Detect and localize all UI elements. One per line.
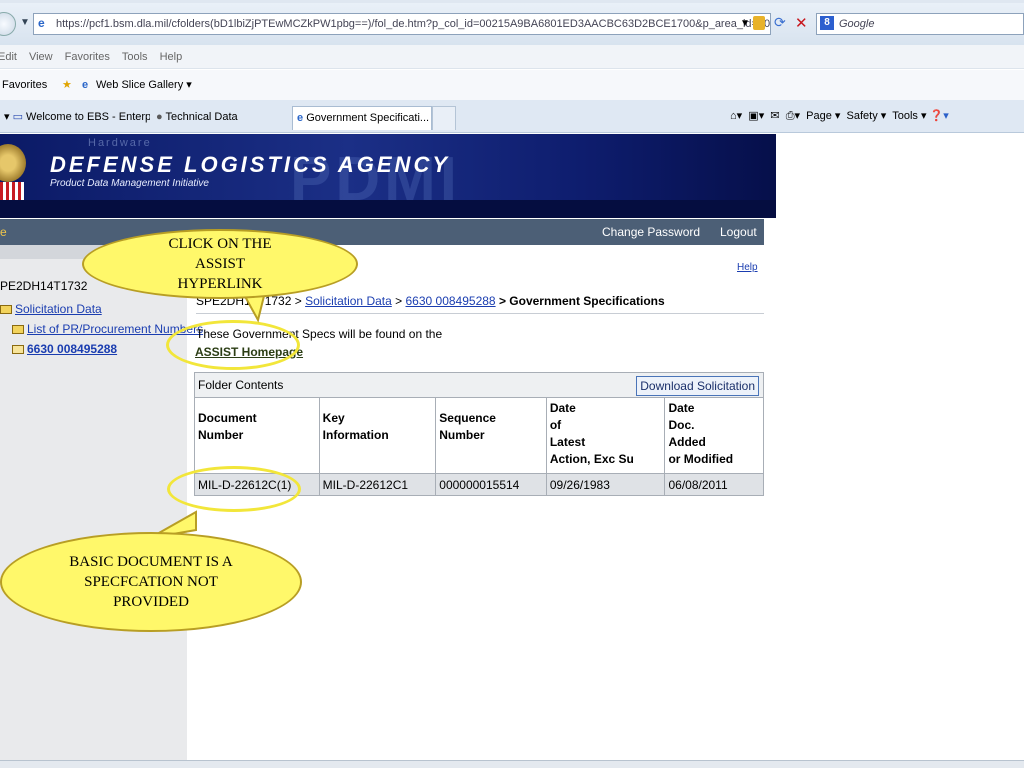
callout-click-assist: CLICK ON THE ASSIST HYPERLINK <box>82 229 358 299</box>
status-bar <box>0 760 1024 768</box>
callout-pointers <box>149 279 270 539</box>
callout-basic-document: BASIC DOCUMENT IS A SPECFCATION NOT PROV… <box>0 532 302 632</box>
